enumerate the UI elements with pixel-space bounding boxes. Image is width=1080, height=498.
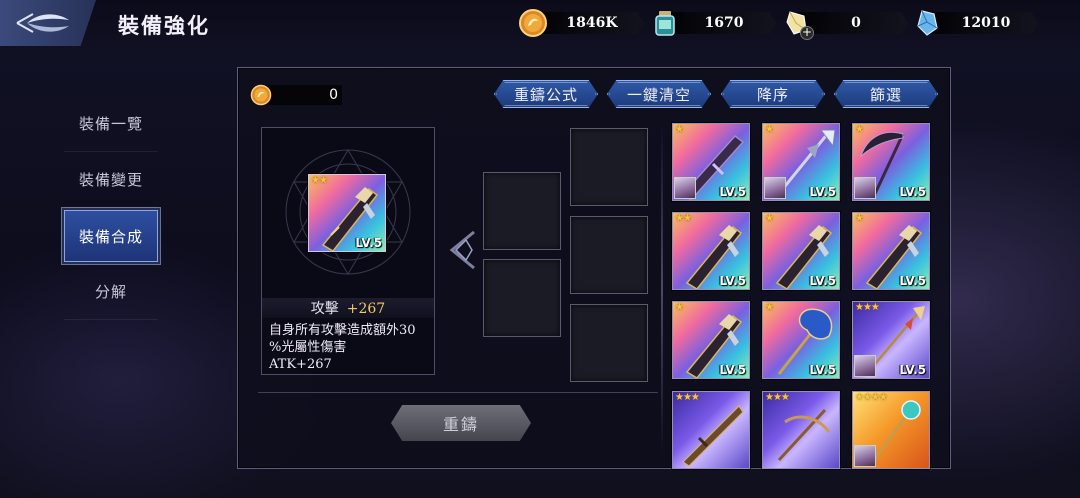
inventory-card[interactable]: ★ LV.5: [762, 212, 840, 290]
star-rating: ★: [765, 302, 774, 313]
star-rating: ★: [855, 213, 864, 224]
top-bar: 裝備強化 1846K 1670 0 + 12010: [0, 0, 1080, 48]
material-slot[interactable]: [570, 216, 648, 294]
star-rating: ★★: [675, 213, 692, 224]
inventory-card[interactable]: ★ LV.5: [762, 301, 840, 379]
stat-name: 攻擊: [310, 301, 339, 317]
level-label: LV.5: [719, 185, 746, 199]
bronze-rifle-icon: [682, 405, 744, 467]
character-portrait-icon: [674, 177, 696, 199]
level-label: LV.5: [809, 185, 836, 199]
inventory-card[interactable]: ★★★: [672, 391, 750, 469]
clear-all-label: 一鍵清空: [626, 85, 691, 104]
character-portrait-icon: [854, 355, 876, 377]
gold-coin-icon: [250, 84, 272, 106]
level-label: LV.5: [899, 363, 926, 377]
star-rating: ★★★★: [855, 392, 888, 403]
inventory-card[interactable]: ★★ LV.5: [672, 212, 750, 290]
sidebar-item-label: 裝備一覽: [78, 115, 143, 133]
inventory-card[interactable]: ★ LV.5: [672, 301, 750, 379]
level-label: LV.5: [719, 274, 746, 288]
inventory-card[interactable]: ★ LV.5: [672, 123, 750, 201]
merge-arrow-icon: [449, 230, 475, 270]
gold-coin-icon: [519, 9, 547, 37]
sort-descending-label: 降序: [756, 85, 789, 104]
recast-button[interactable]: 重鑄: [391, 405, 531, 441]
clear-all-button[interactable]: 一鍵清空: [607, 80, 711, 108]
divider: [258, 392, 658, 393]
selected-item-frame: ★★ LV.5 攻擊 +267 自身所有攻擊造成額外30 %光屬性傷害 ATK+2…: [261, 127, 435, 375]
sidebar-item-equipment-change[interactable]: 裝備變更: [64, 152, 158, 208]
inventory-card[interactable]: ★ LV.5: [852, 123, 930, 201]
sidebar-item-equipment-synthesis[interactable]: 裝備合成: [64, 210, 158, 262]
description-line: ATK+267: [269, 357, 332, 372]
description-line: %光屬性傷害: [269, 340, 347, 355]
vertical-divider: [661, 122, 663, 456]
page-title: 裝備強化: [118, 13, 210, 38]
gold-resource: 1846K: [518, 9, 648, 37]
level-label: LV.5: [899, 274, 926, 288]
diamond-value: 12010: [961, 15, 1011, 31]
gold-value: 1846K: [566, 15, 618, 31]
item-description: 自身所有攻擊造成額外30 %光屬性傷害 ATK+267: [269, 322, 433, 373]
back-button[interactable]: [0, 0, 96, 46]
star-rating: ★: [765, 124, 774, 135]
star-rating: ★★★: [675, 392, 700, 403]
star-rating: ★: [675, 124, 684, 135]
stat-line: 攻擊 +267: [262, 298, 434, 318]
star-rating: ★: [765, 213, 774, 224]
diamond-resource: 12010: [912, 10, 1042, 36]
sidebar-item-label: 裝備合成: [78, 227, 143, 246]
level-label: LV.5: [719, 363, 746, 377]
level-label: LV.5: [355, 236, 382, 250]
stamina-resource: 1670: [650, 10, 780, 36]
crystal-shard-resource: 0 +: [782, 10, 912, 40]
material-slot[interactable]: [483, 259, 561, 337]
description-line: 自身所有攻擊造成額外30: [269, 323, 416, 338]
star-rating: ★: [675, 302, 684, 313]
material-slot[interactable]: [483, 172, 561, 250]
add-crystal-shard-button[interactable]: +: [800, 26, 814, 40]
star-rating: ★: [855, 124, 864, 135]
blue-crystal-icon: [917, 10, 938, 36]
inventory-card[interactable]: ★★★: [762, 391, 840, 469]
star-rating: ★★★: [855, 302, 880, 313]
cost-value: 0: [329, 87, 338, 103]
star-rating: ★★: [311, 175, 328, 186]
inventory-card[interactable]: ★ LV.5: [762, 123, 840, 201]
character-portrait-icon: [854, 177, 876, 199]
back-arrow-icon: [16, 13, 69, 33]
inventory-card[interactable]: ★★★ LV.5: [852, 301, 930, 379]
material-slot[interactable]: [570, 128, 648, 206]
sidebar-item-label: 裝備變更: [78, 171, 143, 189]
sidebar: 裝備一覽 裝備變更 裝備合成 分解: [64, 96, 158, 320]
star-rating: ★★★: [765, 392, 790, 403]
filter-label: 篩選: [869, 85, 902, 104]
crossbow-icon: [777, 408, 831, 462]
stamina-value: 1670: [704, 15, 744, 31]
level-label: LV.5: [809, 274, 836, 288]
level-label: LV.5: [899, 185, 926, 199]
sidebar-item-dismantle[interactable]: 分解: [64, 264, 158, 320]
potion-bottle-icon: [655, 11, 675, 36]
recast-formula-button[interactable]: 重鑄公式: [494, 80, 598, 108]
level-label: LV.5: [809, 363, 836, 377]
material-slot[interactable]: [570, 304, 648, 382]
stat-value: +267: [346, 301, 386, 317]
recast-label: 重鑄: [442, 415, 479, 434]
character-portrait-icon: [764, 177, 786, 199]
sort-descending-button[interactable]: 降序: [721, 80, 825, 108]
sidebar-item-label: 分解: [94, 283, 127, 301]
selected-item-art: ★★ LV.5: [262, 128, 434, 298]
inventory-card[interactable]: ★ LV.5: [852, 212, 930, 290]
recast-formula-label: 重鑄公式: [513, 85, 578, 104]
crystal-shard-value: 0: [851, 15, 861, 31]
character-portrait-icon: [854, 445, 876, 467]
inventory-card[interactable]: ★★★★: [852, 391, 930, 469]
cost-field: 0: [250, 84, 342, 106]
selected-equipment-card[interactable]: ★★ LV.5: [308, 174, 386, 252]
filter-button[interactable]: 篩選: [834, 80, 938, 108]
sidebar-item-equipment-list[interactable]: 裝備一覽: [64, 96, 158, 152]
